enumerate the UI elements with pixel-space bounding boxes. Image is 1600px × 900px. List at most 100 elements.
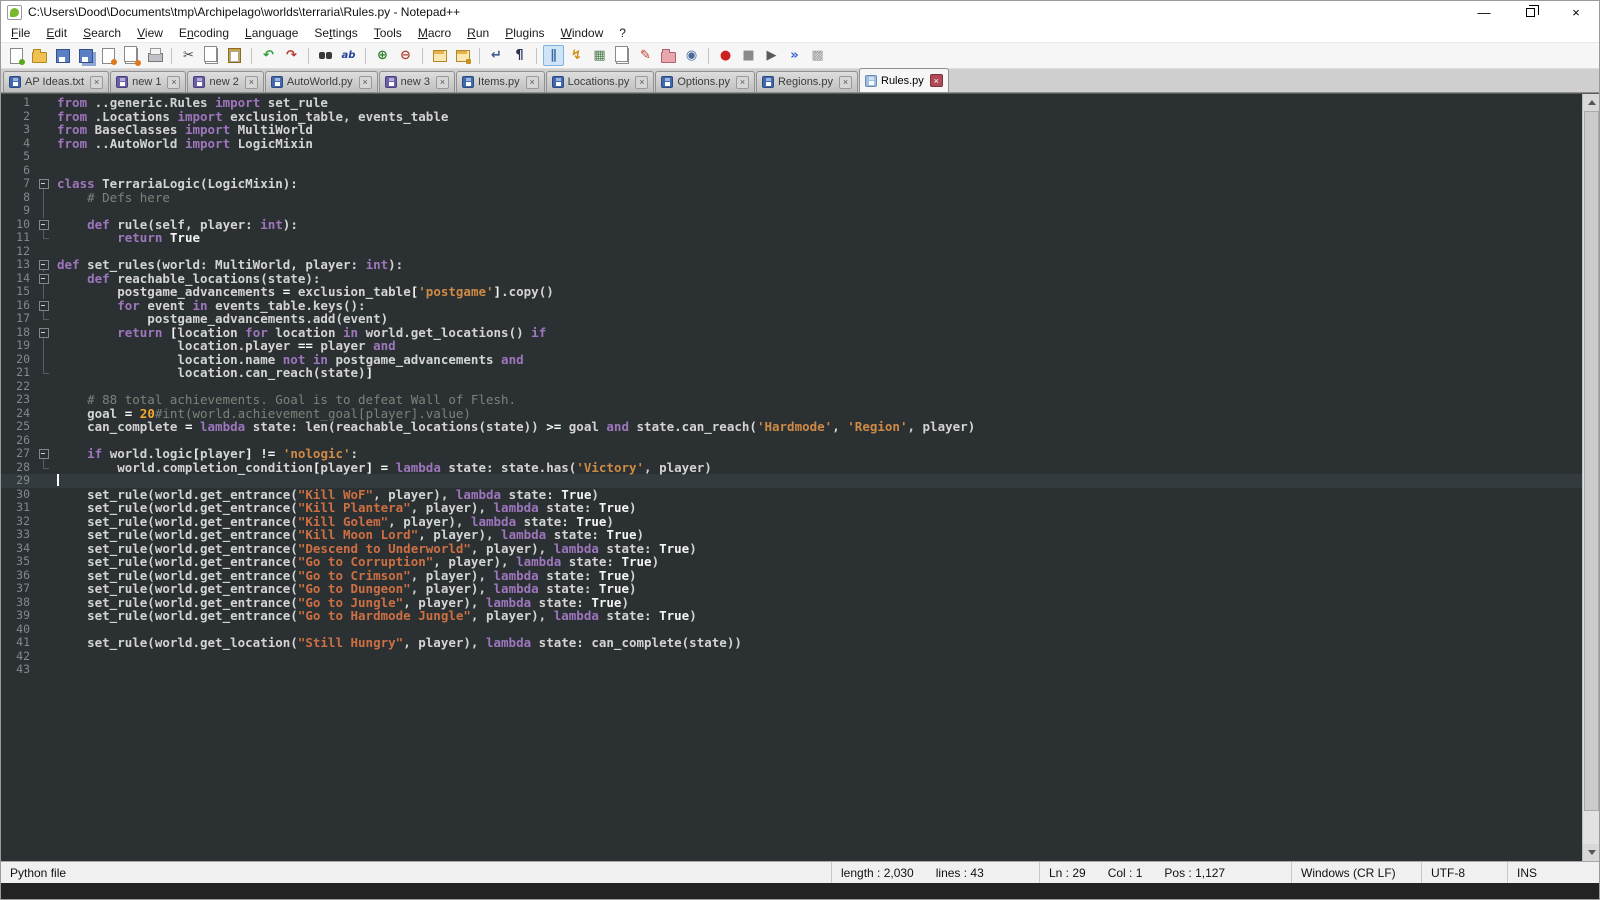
- menu-item-file[interactable]: File: [3, 24, 38, 42]
- toolbar-redo-button[interactable]: ↷: [281, 45, 302, 66]
- code-text: location.can_reach(state)]: [51, 366, 373, 380]
- toolbar-new-file-button[interactable]: [6, 45, 27, 66]
- menu-item-plugins[interactable]: Plugins: [497, 24, 552, 42]
- vertical-scrollbar[interactable]: [1582, 94, 1599, 861]
- toolbar-paste-button[interactable]: [224, 45, 245, 66]
- close-icon[interactable]: ×: [839, 76, 852, 89]
- close-icon[interactable]: ×: [736, 76, 749, 89]
- fold-marker[interactable]: [37, 258, 51, 272]
- toolbar-zoom-in-button[interactable]: ⊕: [372, 45, 393, 66]
- toolbar-close-all-button[interactable]: [121, 45, 142, 66]
- tab-new-2[interactable]: new 2×: [187, 71, 263, 92]
- tab-regions-py[interactable]: Regions.py×: [756, 71, 858, 92]
- tab-ap-ideas-txt[interactable]: AP Ideas.txt×: [3, 71, 109, 92]
- code-segment: , player): [644, 460, 712, 475]
- toolbar-sync-scroll-h-button[interactable]: [452, 45, 473, 66]
- menu-item-macro[interactable]: Macro: [410, 24, 459, 42]
- toolbar-edit-marker-button[interactable]: ✎: [635, 45, 656, 66]
- editor[interactable]: 1from ..generic.Rules import set_rule2fr…: [1, 93, 1599, 861]
- toolbar-open-file-button[interactable]: [29, 45, 50, 66]
- code-line: 6: [1, 164, 1582, 178]
- toolbar-replace-button[interactable]: ab: [338, 45, 359, 66]
- toolbar-folder-as-workspace-button[interactable]: [658, 45, 679, 66]
- menu-item-run[interactable]: Run: [459, 24, 497, 42]
- toolbar-function-list-button[interactable]: ↯: [566, 45, 587, 66]
- toolbar-find-button[interactable]: [315, 45, 336, 66]
- toolbar-word-wrap-button[interactable]: ↵: [486, 45, 507, 66]
- toolbar-macro-save-button[interactable]: ▩: [807, 45, 828, 66]
- code-line: 9: [1, 204, 1582, 218]
- scrollbar-thumb[interactable]: [1584, 111, 1599, 811]
- code-segment: , player),: [403, 635, 486, 650]
- code-segment: lambda: [554, 608, 607, 623]
- toolbar-document-monitor-button[interactable]: ◉: [681, 45, 702, 66]
- close-icon[interactable]: ×: [436, 76, 449, 89]
- tab-locations-py[interactable]: Locations.py×: [546, 71, 655, 92]
- close-icon[interactable]: ×: [245, 76, 258, 89]
- menu-item-settings[interactable]: Settings: [306, 24, 365, 42]
- tab-autoworld-py[interactable]: AutoWorld.py×: [265, 71, 378, 92]
- toolbar-print-button[interactable]: [144, 45, 165, 66]
- close-icon[interactable]: ×: [359, 76, 372, 89]
- fold-marker[interactable]: [37, 177, 51, 191]
- toolbar-sync-scroll-v-button[interactable]: [429, 45, 450, 66]
- close-icon[interactable]: ×: [930, 74, 943, 87]
- menu-item-tools[interactable]: Tools: [366, 24, 410, 42]
- line-number: 17: [1, 312, 37, 326]
- menu-item-encoding[interactable]: Encoding: [171, 24, 237, 42]
- toolbar-show-all-characters-button[interactable]: ¶: [509, 45, 530, 66]
- close-window-button[interactable]: ×: [1553, 1, 1599, 23]
- menu-item-help[interactable]: ?: [611, 24, 634, 42]
- toolbar-copy-button[interactable]: [201, 45, 222, 66]
- code-line: 12: [1, 245, 1582, 259]
- code-line: 13def set_rules(world: MultiWorld, playe…: [1, 258, 1582, 272]
- menu-item-view[interactable]: View: [129, 24, 171, 42]
- fold-marker[interactable]: [37, 447, 51, 461]
- scroll-down-button[interactable]: [1583, 844, 1599, 861]
- code-line: 11 return True: [1, 231, 1582, 245]
- status-eol[interactable]: Windows (CR LF): [1291, 862, 1421, 883]
- toolbar-document-map-button[interactable]: [612, 45, 633, 66]
- status-encoding[interactable]: UTF-8: [1421, 862, 1507, 883]
- code-area: 1from ..generic.Rules import set_rule2fr…: [1, 96, 1582, 677]
- status-insert-mode[interactable]: INS: [1507, 862, 1599, 883]
- toolbar-cut-button[interactable]: ✂: [178, 45, 199, 66]
- code-line: 30 set_rule(world.get_entrance("Kill WoF…: [1, 488, 1582, 502]
- menu-item-window[interactable]: Window: [553, 24, 612, 42]
- code-line: 43: [1, 663, 1582, 677]
- toolbar-file-browser-button[interactable]: ▦: [589, 45, 610, 66]
- scroll-up-button[interactable]: [1583, 94, 1599, 111]
- minimize-button[interactable]: —: [1461, 1, 1507, 23]
- fold-marker[interactable]: [37, 272, 51, 286]
- toolbar-save-file-button[interactable]: [52, 45, 73, 66]
- fold-marker[interactable]: [37, 326, 51, 340]
- tab-rules-py[interactable]: Rules.py×: [859, 68, 949, 92]
- restore-button[interactable]: [1507, 1, 1553, 23]
- toolbar-undo-button[interactable]: ↶: [258, 45, 279, 66]
- code-text: [51, 150, 57, 164]
- menu-item-language[interactable]: Language: [237, 24, 306, 42]
- fold-margin: [37, 110, 51, 124]
- toolbar-macro-record-button[interactable]: ●: [715, 45, 736, 66]
- toolbar-macro-play-button[interactable]: ▶: [761, 45, 782, 66]
- toolbar-macro-run-multiple-button[interactable]: »: [784, 45, 805, 66]
- tab-new-3[interactable]: new 3×: [379, 71, 455, 92]
- tab-new-1[interactable]: new 1×: [110, 71, 186, 92]
- fold-marker[interactable]: [37, 299, 51, 313]
- close-icon[interactable]: ×: [90, 76, 103, 89]
- menu-item-search[interactable]: Search: [75, 24, 129, 42]
- close-icon[interactable]: ×: [526, 76, 539, 89]
- tab-label: Options.py: [677, 76, 730, 88]
- close-icon[interactable]: ×: [635, 76, 648, 89]
- toolbar-save-all-button[interactable]: [75, 45, 96, 66]
- code-segment: and: [501, 352, 524, 367]
- close-icon[interactable]: ×: [167, 76, 180, 89]
- toolbar-macro-stop-button[interactable]: ■: [738, 45, 759, 66]
- tab-options-py[interactable]: Options.py ×: [655, 71, 755, 92]
- fold-marker[interactable]: [37, 218, 51, 232]
- toolbar-show-indent-guide-button[interactable]: ∥: [543, 45, 564, 66]
- menu-item-edit[interactable]: Edit: [38, 24, 75, 42]
- toolbar-close-file-button[interactable]: [98, 45, 119, 66]
- tab-items-py[interactable]: Items.py×: [456, 71, 545, 92]
- toolbar-zoom-out-button[interactable]: ⊖: [395, 45, 416, 66]
